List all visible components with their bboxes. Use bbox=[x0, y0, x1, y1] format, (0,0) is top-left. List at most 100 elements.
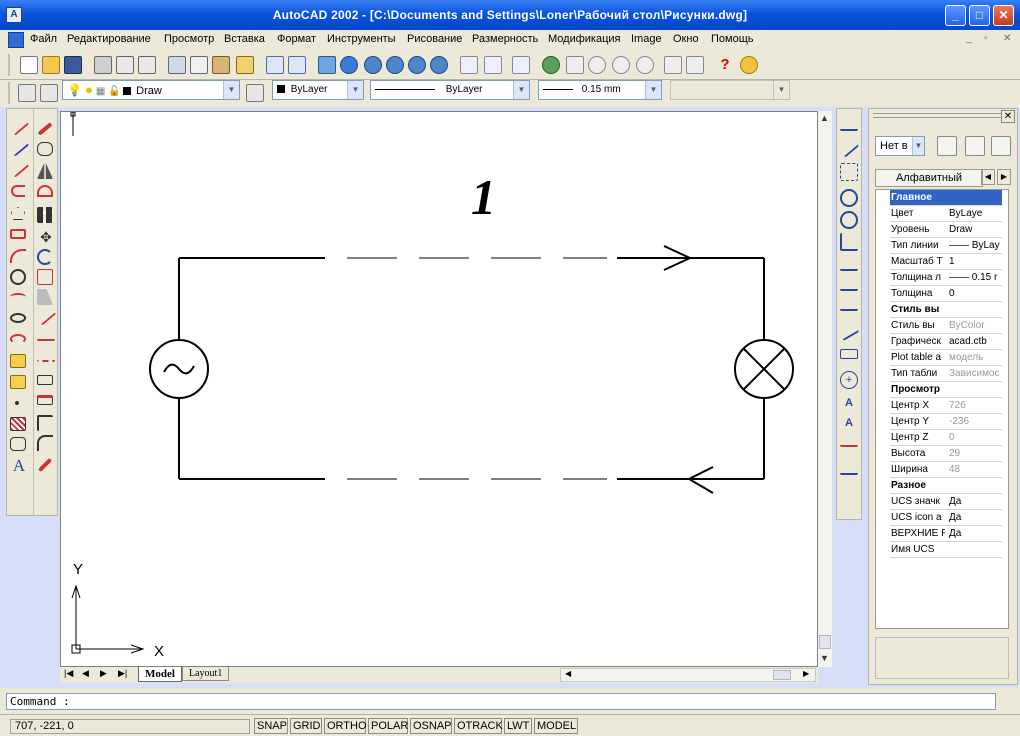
palette-grip[interactable] bbox=[873, 113, 1001, 118]
tab-next-icon[interactable]: ▶ bbox=[100, 668, 107, 679]
lengthen-icon[interactable] bbox=[35, 306, 57, 326]
insert-block-icon[interactable] bbox=[10, 354, 26, 368]
plot-style-dropdown[interactable]: ▼ bbox=[670, 80, 790, 100]
move-icon[interactable]: ✥ bbox=[37, 229, 55, 247]
property-row[interactable]: Масштаб Т 1 bbox=[890, 254, 1002, 270]
make-layer-current-icon[interactable] bbox=[246, 84, 264, 102]
aligned-dimension-icon[interactable] bbox=[838, 138, 860, 158]
menu-format[interactable]: Формат bbox=[277, 33, 316, 45]
ordinate-dimension-icon[interactable] bbox=[840, 163, 858, 181]
horizontal-scrollbar[interactable]: ◀ ▶ bbox=[560, 668, 816, 682]
cut-icon[interactable] bbox=[168, 56, 186, 74]
scroll-up-icon[interactable]: ▲ bbox=[820, 113, 829, 123]
menu-help[interactable]: Помощь bbox=[711, 33, 754, 45]
dimension-edit-icon[interactable]: A bbox=[840, 397, 858, 415]
hyperlink-icon[interactable] bbox=[364, 56, 382, 74]
redo-icon[interactable] bbox=[288, 56, 306, 74]
property-row[interactable]: Графическ acad.ctb bbox=[890, 334, 1002, 350]
point-icon[interactable] bbox=[15, 401, 19, 405]
spell-check-icon[interactable] bbox=[138, 56, 156, 74]
property-category[interactable]: Стиль вы− bbox=[890, 302, 1002, 318]
properties-icon[interactable] bbox=[664, 56, 682, 74]
center-mark-icon[interactable]: + bbox=[840, 371, 858, 389]
chevron-down-icon[interactable]: ▼ bbox=[912, 137, 924, 155]
property-row[interactable]: UCS icon a Да bbox=[890, 510, 1002, 526]
menu-file[interactable]: Файл bbox=[30, 33, 57, 45]
diameter-dimension-icon[interactable] bbox=[840, 211, 858, 229]
named-views-icon[interactable] bbox=[512, 56, 530, 74]
tab-first-icon[interactable]: |◀ bbox=[64, 668, 73, 679]
document-icon[interactable] bbox=[8, 32, 24, 48]
property-row[interactable]: Plot table a модель bbox=[890, 350, 1002, 366]
tab-layout1[interactable]: Layout1 bbox=[182, 667, 230, 681]
multiline-text-icon[interactable]: A bbox=[10, 457, 28, 475]
radius-dimension-icon[interactable] bbox=[840, 189, 858, 207]
property-row[interactable]: Центр X 726 bbox=[890, 398, 1002, 414]
property-row[interactable]: ВЕРХНИЕ Р Да bbox=[890, 526, 1002, 542]
copy-icon[interactable] bbox=[190, 56, 208, 74]
doc-close-icon[interactable]: ✕ bbox=[1003, 33, 1011, 44]
menu-modify[interactable]: Модификация bbox=[548, 33, 621, 45]
copy-object-icon[interactable] bbox=[37, 142, 53, 156]
property-row[interactable]: Центр Y -236 bbox=[890, 414, 1002, 430]
quick-dimension-icon[interactable] bbox=[840, 259, 858, 271]
chamfer-icon[interactable] bbox=[37, 415, 53, 431]
hatch-icon[interactable] bbox=[10, 417, 26, 431]
scroll-left-icon[interactable]: ◀ bbox=[565, 669, 571, 678]
status-toggle-otrack[interactable]: OTRACK bbox=[454, 718, 503, 734]
ucs-icon[interactable] bbox=[484, 56, 502, 74]
minimize-button[interactable]: _ bbox=[945, 5, 966, 26]
match-properties-icon[interactable] bbox=[236, 56, 254, 74]
line-icon[interactable] bbox=[8, 116, 30, 136]
status-toggle-grid[interactable]: GRID bbox=[290, 718, 322, 734]
linetype-dropdown[interactable]: ByLayer ▼ bbox=[370, 80, 530, 100]
status-toggle-polar[interactable]: POLAR bbox=[368, 718, 408, 734]
chevron-down-icon[interactable]: ▼ bbox=[513, 81, 529, 99]
rotate-icon[interactable] bbox=[37, 249, 53, 265]
menu-dimension[interactable]: Размерность bbox=[472, 33, 538, 45]
ellipse-arc-icon[interactable] bbox=[10, 334, 26, 344]
maximize-button[interactable]: □ bbox=[969, 5, 990, 26]
menu-insert[interactable]: Вставка bbox=[224, 33, 265, 45]
menu-window[interactable]: Окно bbox=[673, 33, 699, 45]
scroll-down-icon[interactable]: ▼ bbox=[820, 653, 829, 663]
property-row[interactable]: UCS значк Да bbox=[890, 494, 1002, 510]
doc-restore-icon[interactable]: ▫ bbox=[984, 33, 988, 44]
linear-dimension-icon[interactable] bbox=[840, 121, 858, 131]
stretch-icon[interactable] bbox=[37, 289, 53, 305]
open-file-icon[interactable] bbox=[42, 56, 60, 74]
extend-icon[interactable] bbox=[37, 352, 55, 362]
status-toggle-ortho[interactable]: ORTHO bbox=[324, 718, 367, 734]
tab-last-icon[interactable]: ▶| bbox=[118, 668, 127, 679]
toolbar-grip[interactable] bbox=[8, 54, 12, 76]
menu-view[interactable]: Просмотр bbox=[164, 33, 214, 45]
chevron-down-icon[interactable]: ▼ bbox=[347, 81, 363, 99]
menu-edit[interactable]: Редактирование bbox=[67, 33, 151, 45]
command-input[interactable]: Command : bbox=[6, 693, 996, 710]
circle-icon[interactable] bbox=[10, 269, 26, 285]
mirror-icon[interactable] bbox=[37, 163, 53, 179]
dimension-update-icon[interactable] bbox=[840, 437, 858, 447]
spline-icon[interactable] bbox=[10, 293, 26, 301]
property-row[interactable]: Высота 29 bbox=[890, 446, 1002, 462]
chevron-down-icon[interactable]: ▼ bbox=[773, 81, 789, 99]
zoom-realtime-icon[interactable] bbox=[588, 56, 606, 74]
explode-icon[interactable] bbox=[37, 457, 53, 473]
menu-image[interactable]: Image bbox=[631, 33, 662, 45]
fillet-icon[interactable] bbox=[37, 435, 53, 451]
color-dropdown[interactable]: ByLayer ▼ bbox=[272, 80, 364, 100]
arc-icon[interactable] bbox=[10, 249, 26, 263]
help-icon[interactable]: ? bbox=[716, 56, 734, 74]
calculator-icon[interactable] bbox=[686, 56, 704, 74]
property-row[interactable]: Тип табли Зависимос bbox=[890, 366, 1002, 382]
property-category[interactable]: Главное− bbox=[890, 190, 1002, 206]
tab-prev-icon[interactable]: ◀ bbox=[82, 668, 89, 679]
tab-scroll-right-icon[interactable]: ▶ bbox=[997, 169, 1011, 185]
property-row[interactable]: Цвет ByLaye bbox=[890, 206, 1002, 222]
property-row[interactable]: Центр Z 0 bbox=[890, 430, 1002, 446]
new-file-icon[interactable] bbox=[20, 56, 38, 74]
property-row[interactable]: Уровень Draw bbox=[890, 222, 1002, 238]
today-icon[interactable] bbox=[430, 56, 448, 74]
vertical-scrollbar[interactable]: ▲ ▼ bbox=[818, 111, 832, 667]
palette-close-icon[interactable]: ✕ bbox=[1001, 110, 1015, 123]
